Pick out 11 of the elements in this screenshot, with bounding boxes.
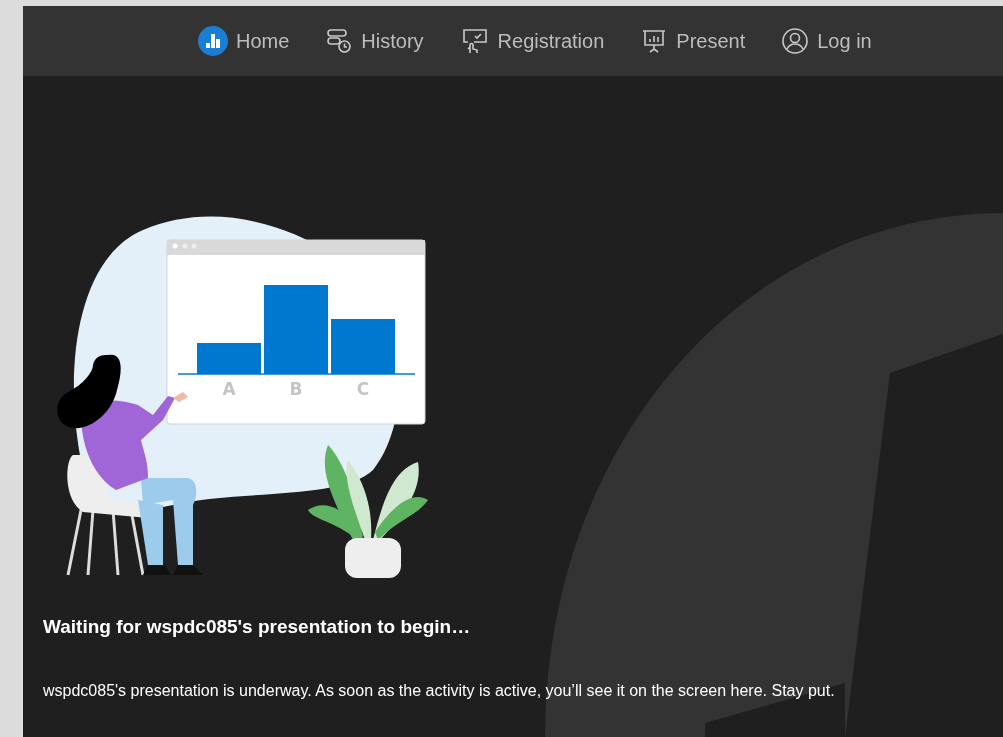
nav-link[interactable]: Log in <box>781 26 872 56</box>
waiting-heading: Waiting for wspdc085's presentation to begin… <box>43 615 472 639</box>
nav-link[interactable]: Home <box>198 26 290 56</box>
status-message: wspdc085's presentation is underway. As soon as the activity is active, you’ll see it on the screen here. Stay put. <box>43 680 836 701</box>
nav-link[interactable]: History <box>325 26 424 56</box>
user-icon <box>781 27 810 55</box>
history-icon <box>325 27 354 55</box>
bar-chart-logo-icon <box>198 26 228 56</box>
nav-link[interactable]: Registration <box>459 26 605 56</box>
nav-link[interactable]: Present <box>640 26 746 56</box>
chart-window-drawing: A B C <box>166 239 426 425</box>
